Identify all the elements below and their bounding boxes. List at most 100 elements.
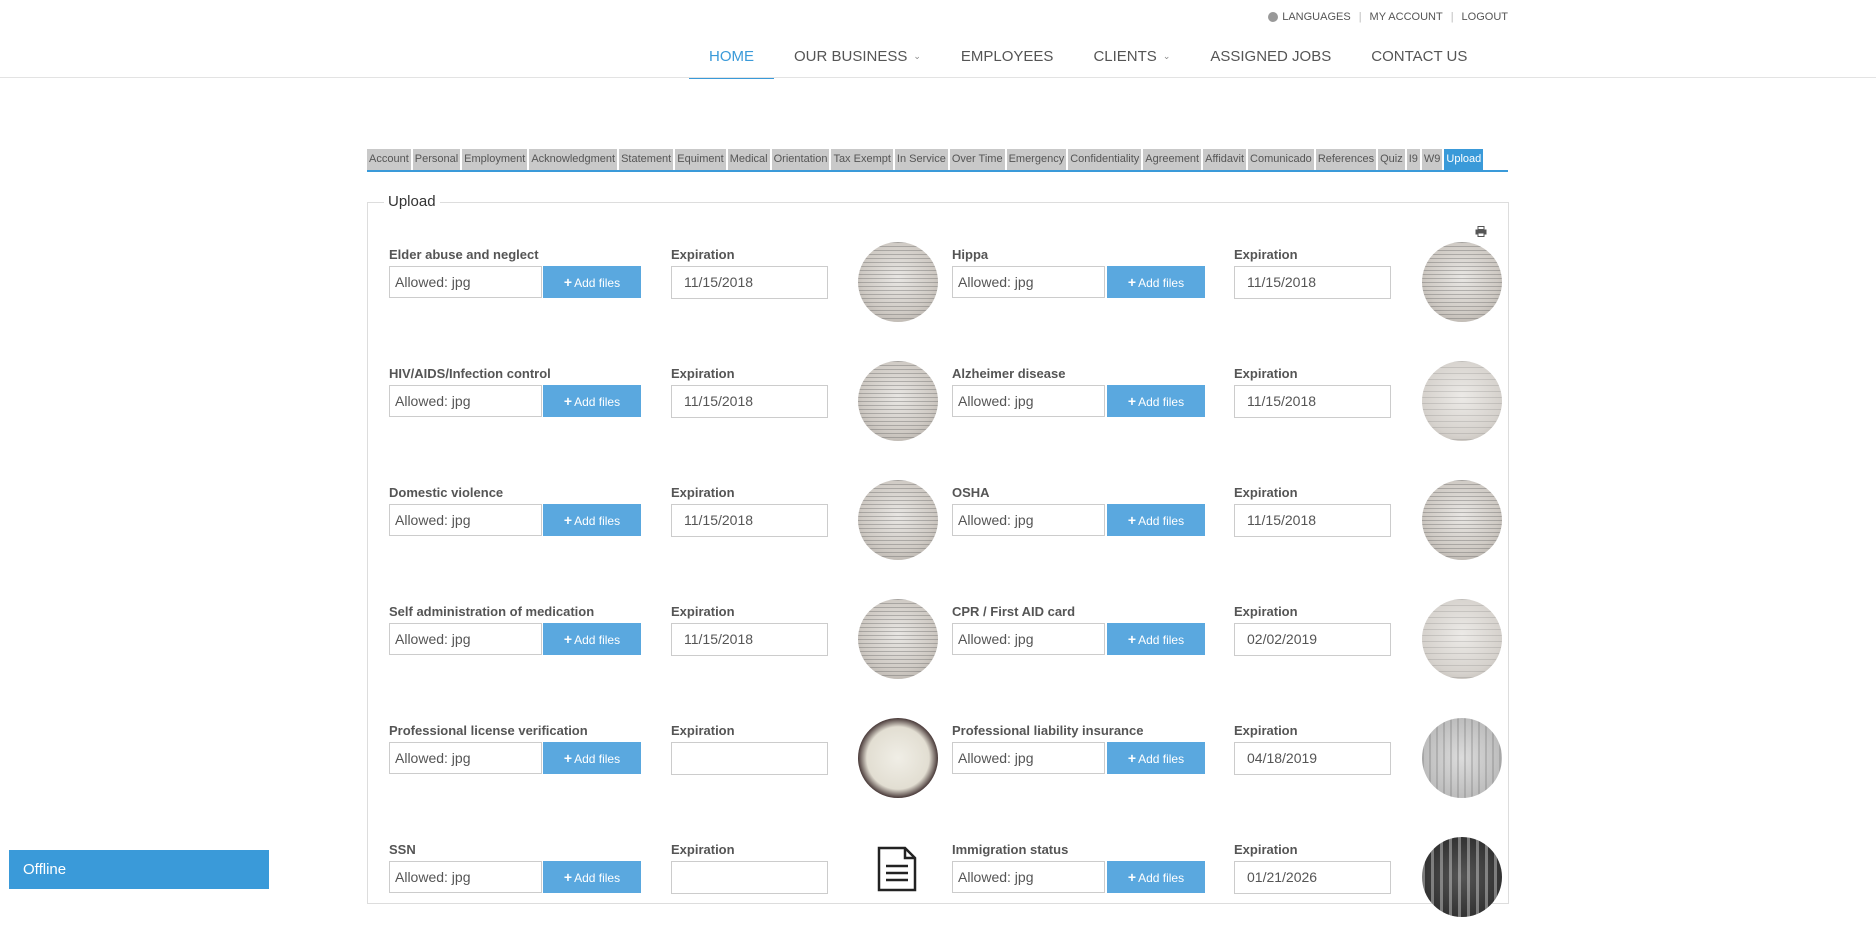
tab-emergency[interactable]: Emergency	[1006, 149, 1067, 170]
chevron-down-icon: ⌄	[1162, 51, 1171, 61]
tab-medical[interactable]: Medical	[727, 149, 770, 170]
expiration-input[interactable]: 01/21/2026	[1234, 861, 1391, 894]
document-thumbnail[interactable]	[1422, 837, 1502, 917]
tab-orientation[interactable]: Orientation	[771, 149, 830, 170]
add-files-label: Add files	[1138, 871, 1185, 885]
document-upload-item: CPR / First AID card Allowed: jpg + Add fil…	[0, 599, 1876, 714]
tab-i9[interactable]: I9	[1406, 149, 1420, 170]
document-upload-item: Professional liability insurance Allowed:…	[0, 718, 1876, 833]
expiration-input[interactable]: 11/15/2018	[1234, 266, 1391, 299]
expiration-label: Expiration	[1234, 842, 1298, 857]
tab-personal[interactable]: Personal	[412, 149, 461, 170]
document-label: Alzheimer disease	[952, 366, 1066, 381]
add-files-label: Add files	[1138, 276, 1185, 290]
expiration-label: Expiration	[1234, 723, 1298, 738]
document-thumbnail[interactable]	[1422, 361, 1502, 441]
document-upload-item: Hippa Allowed: jpg + Add files Expiration 11/…	[0, 242, 1876, 357]
expiration-label: Expiration	[1234, 247, 1298, 262]
nav-divider	[0, 77, 1876, 78]
add-files-button[interactable]: + Add files	[1107, 742, 1205, 774]
nav-assigned-jobs[interactable]: ASSIGNED JOBS	[1190, 36, 1351, 77]
plus-icon: +	[1127, 750, 1137, 766]
tab-in-service[interactable]: In Service	[894, 149, 948, 170]
tab-confidentiality[interactable]: Confidentiality	[1068, 149, 1142, 170]
file-input[interactable]: Allowed: jpg	[952, 742, 1105, 774]
nav-clients-label: CLIENTS	[1093, 48, 1157, 65]
globe-icon	[1268, 12, 1279, 22]
tab-account[interactable]: Account	[367, 149, 411, 170]
utility-links: LANGUAGES | MY ACCOUNT | LOGOUT	[1268, 11, 1508, 23]
tab-employment[interactable]: Employment	[462, 149, 528, 170]
tab-upload[interactable]: Upload	[1444, 149, 1484, 170]
expiration-input[interactable]: 11/15/2018	[1234, 385, 1391, 418]
file-input[interactable]: Allowed: jpg	[952, 266, 1105, 298]
tab-statement[interactable]: Statement	[619, 149, 674, 170]
section-title: Upload	[384, 193, 440, 210]
add-files-label: Add files	[1138, 395, 1185, 409]
chevron-down-icon: ⌄	[913, 51, 921, 61]
add-files-button[interactable]: + Add files	[1107, 861, 1205, 893]
nav-home-label: HOME	[709, 48, 754, 65]
document-upload-item: Immigration status Allowed: jpg + Add files…	[0, 837, 1876, 952]
document-thumbnail[interactable]	[1422, 480, 1502, 560]
expiration-label: Expiration	[1234, 366, 1298, 381]
tab-comunicado[interactable]: Comunicado	[1248, 149, 1314, 170]
add-files-button[interactable]: + Add files	[1107, 623, 1205, 655]
tab-tax-exempt[interactable]: Tax Exempt	[831, 149, 893, 170]
tab-w9[interactable]: W9	[1421, 149, 1443, 170]
document-label: OSHA	[952, 485, 990, 500]
document-thumbnail[interactable]	[1422, 599, 1502, 679]
tab-quiz[interactable]: Quiz	[1378, 149, 1405, 170]
expiration-input[interactable]: 04/18/2019	[1234, 742, 1391, 775]
expiration-input[interactable]: 02/02/2019	[1234, 623, 1391, 656]
nav-contact-us[interactable]: CONTACT US	[1351, 36, 1487, 77]
document-upload-item: Alzheimer disease Allowed: jpg + Add files E…	[0, 361, 1876, 476]
expiration-input[interactable]: 11/15/2018	[1234, 504, 1391, 537]
document-thumbnail[interactable]	[1422, 718, 1502, 798]
nav-employees[interactable]: EMPLOYEES	[941, 36, 1074, 77]
tab-references[interactable]: References	[1315, 149, 1377, 170]
add-files-label: Add files	[1138, 633, 1185, 647]
add-files-button[interactable]: + Add files	[1107, 385, 1205, 417]
file-input[interactable]: Allowed: jpg	[952, 861, 1105, 893]
document-label: Professional liability insurance	[952, 723, 1144, 738]
document-thumbnail[interactable]	[1422, 242, 1502, 322]
file-input[interactable]: Allowed: jpg	[952, 623, 1105, 655]
expiration-label: Expiration	[1234, 604, 1298, 619]
add-files-button[interactable]: + Add files	[1107, 504, 1205, 536]
languages-link[interactable]: LANGUAGES	[1282, 11, 1350, 23]
chat-status-bar[interactable]: Offline	[9, 850, 269, 889]
nav-home[interactable]: HOME	[689, 36, 774, 79]
nav-contact-us-label: CONTACT US	[1371, 48, 1468, 65]
plus-icon: +	[1127, 869, 1137, 885]
nav-our-business-label: OUR BUSINESS	[794, 48, 908, 65]
file-input[interactable]: Allowed: jpg	[952, 385, 1105, 417]
document-upload-item: OSHA Allowed: jpg + Add files Expiration 11/1…	[0, 480, 1876, 595]
document-label: CPR / First AID card	[952, 604, 1076, 619]
divider: |	[1358, 11, 1362, 23]
tab-acknowledgment[interactable]: Acknowledgment	[529, 149, 618, 170]
file-input[interactable]: Allowed: jpg	[952, 504, 1105, 536]
expiration-label: Expiration	[1234, 485, 1298, 500]
nav-employees-label: EMPLOYEES	[960, 48, 1054, 65]
tab-agreement[interactable]: Agreement	[1143, 149, 1202, 170]
divider: |	[1450, 11, 1454, 23]
add-files-button[interactable]: + Add files	[1107, 266, 1205, 298]
main-nav: HOME OUR BUSINESS ⌄ EMPLOYEES CLIENTS ⌄ AS…	[689, 36, 1487, 79]
plus-icon: +	[1127, 393, 1137, 409]
form-tabs: Account Personal Employment Acknowledgment S…	[367, 149, 1508, 172]
document-label: Immigration status	[952, 842, 1069, 857]
tab-equiment[interactable]: Equiment	[675, 149, 726, 170]
tab-affidavit[interactable]: Affidavit	[1203, 149, 1247, 170]
tab-over-time[interactable]: Over Time	[949, 149, 1005, 170]
nav-our-business[interactable]: OUR BUSINESS ⌄	[774, 36, 941, 77]
plus-icon: +	[1127, 631, 1137, 647]
nav-clients[interactable]: CLIENTS ⌄	[1073, 36, 1190, 77]
my-account-link[interactable]: MY ACCOUNT	[1370, 11, 1443, 23]
nav-assigned-jobs-label: ASSIGNED JOBS	[1210, 48, 1332, 65]
logout-link[interactable]: LOGOUT	[1462, 11, 1508, 23]
plus-icon: +	[1127, 274, 1137, 290]
plus-icon: +	[1127, 512, 1137, 528]
add-files-label: Add files	[1138, 752, 1185, 766]
print-icon[interactable]	[1475, 226, 1487, 237]
